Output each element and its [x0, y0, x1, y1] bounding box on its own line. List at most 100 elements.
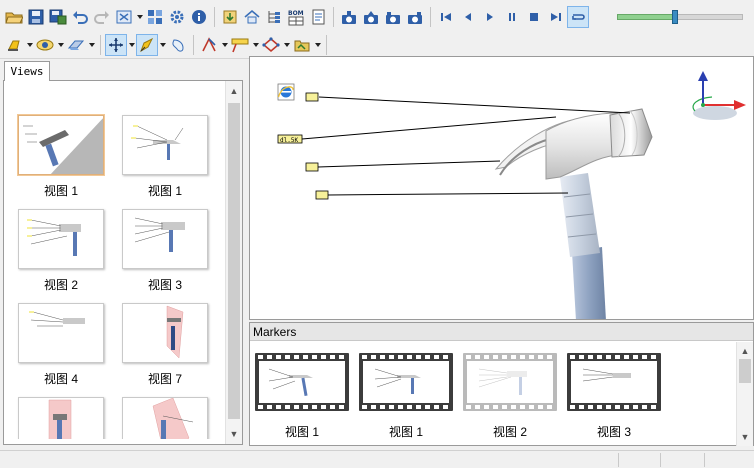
marker-label: 视图 1: [388, 425, 423, 439]
status-bar: [0, 450, 754, 468]
notes-icon[interactable]: [307, 6, 329, 28]
visibility-icon[interactable]: [34, 34, 56, 56]
fit-view-dropdown[interactable]: [135, 6, 144, 28]
callout-label[interactable]: [305, 162, 319, 172]
view-thumbnail-image: [122, 115, 208, 175]
explode-icon[interactable]: [144, 6, 166, 28]
line-annotation-dropdown[interactable]: [220, 34, 229, 56]
slider-thumb[interactable]: [671, 10, 678, 24]
markup-dropdown[interactable]: [313, 34, 322, 56]
view-thumbnail-image: [122, 303, 208, 363]
view-thumbnail[interactable]: 视图 2: [18, 209, 108, 293]
polygon-dropdown[interactable]: [282, 34, 291, 56]
view-thumbnail-image: [18, 209, 104, 269]
paint-dropdown[interactable]: [158, 34, 167, 56]
toolbar-separator: [430, 7, 431, 27]
film-sprocket: [570, 355, 658, 359]
open-icon[interactable]: [3, 6, 25, 28]
view-thumbnail-label: 视图 1: [147, 184, 182, 198]
settings-icon[interactable]: [166, 6, 188, 28]
pause-icon[interactable]: [501, 6, 523, 28]
3d-viewport[interactable]: dl.5K: [249, 56, 754, 320]
view-thumbnail-label: 视图 4: [43, 372, 78, 386]
camera-4-icon[interactable]: [404, 6, 426, 28]
save-icon[interactable]: [25, 6, 47, 28]
markup-icon[interactable]: [291, 34, 313, 56]
markers-header: Markers: [250, 323, 753, 341]
import-icon[interactable]: [219, 6, 241, 28]
status-cell: [704, 453, 705, 467]
info-icon[interactable]: [188, 6, 210, 28]
last-frame-icon[interactable]: [545, 6, 567, 28]
marker-thumbnail[interactable]: [255, 353, 349, 411]
view-thumbnail-image: [122, 209, 208, 269]
view-thumbnail[interactable]: [122, 397, 212, 439]
view-thumbnail[interactable]: 视图 3: [122, 209, 212, 293]
callout-icon[interactable]: [229, 34, 251, 56]
scroll-down-icon[interactable]: ▼: [226, 426, 242, 442]
marker-thumbnail[interactable]: [463, 353, 557, 411]
views-tab[interactable]: Views: [4, 61, 50, 81]
prev-frame-icon[interactable]: [457, 6, 479, 28]
view-thumbnail-image: [18, 115, 104, 175]
camera-3-icon[interactable]: [382, 6, 404, 28]
markers-scrollbar[interactable]: ▲ ▼: [736, 342, 753, 446]
animation-slider[interactable]: [617, 10, 743, 24]
views-scrollbar[interactable]: ▲ ▼: [225, 81, 242, 444]
shape-icon[interactable]: [167, 34, 189, 56]
save-as-icon[interactable]: [47, 6, 69, 28]
view-thumbnail-label: 视图 2: [43, 278, 78, 292]
film-sprocket: [362, 355, 450, 359]
svg-text:BOM: BOM: [288, 10, 304, 17]
camera-2-icon[interactable]: [360, 6, 382, 28]
redo-icon[interactable]: [91, 6, 113, 28]
film-sprocket: [570, 405, 658, 409]
first-frame-icon[interactable]: [435, 6, 457, 28]
view-thumbnail[interactable]: 视图 7: [122, 303, 212, 387]
highlight-icon[interactable]: [3, 34, 25, 56]
polygon-icon[interactable]: [260, 34, 282, 56]
callout-label[interactable]: [315, 190, 329, 200]
scroll-down-icon[interactable]: ▼: [737, 429, 753, 445]
highlight-dropdown[interactable]: [25, 34, 34, 56]
callout-dropdown[interactable]: [251, 34, 260, 56]
move-icon[interactable]: [105, 33, 127, 56]
views-panel: Views 视图 1 视图 1 视图 2 视图 3 视图 4 视图 7 ▲ ▼: [3, 61, 243, 445]
view-thumbnail-label: 视图 3: [147, 278, 182, 292]
eraser-icon[interactable]: [65, 34, 87, 56]
visibility-dropdown[interactable]: [56, 34, 65, 56]
tree-icon[interactable]: [263, 6, 285, 28]
loop-icon[interactable]: [567, 6, 589, 28]
marker-label: 视图 3: [596, 425, 631, 439]
view-thumbnail[interactable]: 视图 1: [18, 115, 108, 199]
eraser-dropdown[interactable]: [87, 34, 96, 56]
toolbar-separator: [100, 34, 101, 55]
stop-icon[interactable]: [523, 6, 545, 28]
main-toolbar: BOM: [0, 3, 754, 31]
camera-1-icon[interactable]: [338, 6, 360, 28]
marker-thumbnail[interactable]: [567, 353, 661, 411]
film-sprocket: [466, 405, 554, 409]
line-annotation-icon[interactable]: [198, 34, 220, 56]
view-thumbnail-label: 视图 1: [43, 184, 78, 198]
axis-triad-icon[interactable]: [692, 71, 746, 120]
view-thumbnail[interactable]: 视图 4: [18, 303, 108, 387]
scroll-up-icon[interactable]: ▲: [226, 83, 242, 99]
view-thumbnail[interactable]: [18, 397, 108, 439]
view-thumbnail[interactable]: 视图 1: [122, 115, 212, 199]
play-icon[interactable]: [479, 6, 501, 28]
scroll-up-icon[interactable]: ▲: [737, 343, 753, 359]
paint-icon[interactable]: [136, 33, 158, 56]
slider-fill: [617, 14, 675, 20]
markers-scrollbar-thumb[interactable]: [739, 359, 751, 383]
home-view-icon[interactable]: [241, 6, 263, 28]
views-scrollbar-thumb[interactable]: [228, 103, 240, 419]
hyperlink-icon[interactable]: [277, 83, 295, 101]
callout-label[interactable]: [305, 92, 319, 102]
move-dropdown[interactable]: [127, 34, 136, 56]
undo-icon[interactable]: [69, 6, 91, 28]
fit-view-icon[interactable]: [113, 6, 135, 28]
marker-thumbnail[interactable]: [359, 353, 453, 411]
film-sprocket: [362, 405, 450, 409]
bom-icon[interactable]: BOM: [285, 6, 307, 28]
